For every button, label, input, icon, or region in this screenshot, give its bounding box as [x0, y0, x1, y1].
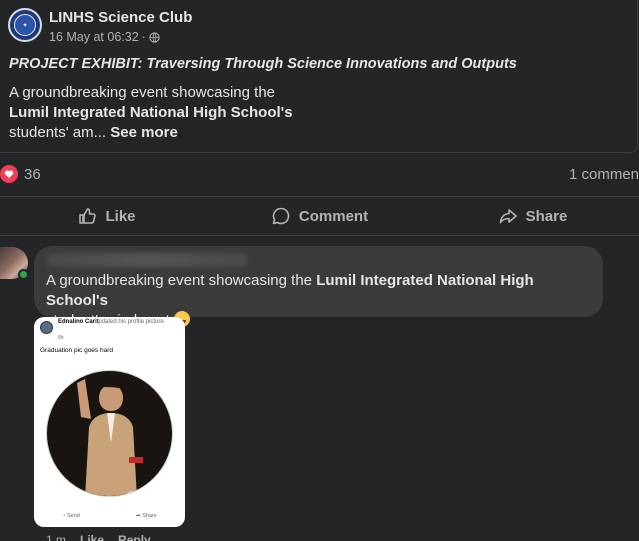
post-title: PROJECT EXHIBIT: Traversing Through Scie…	[9, 56, 517, 72]
share-label: Share	[525, 207, 568, 225]
shared-caption: Graduation pic goes hard	[40, 347, 113, 354]
comment-button[interactable]: Comment	[213, 197, 426, 235]
comment-bubble-icon	[272, 207, 290, 225]
reactions-summary[interactable]: 36	[0, 165, 41, 183]
shared-share: ➦ Share	[136, 513, 157, 519]
comment-reply-button[interactable]: Reply	[118, 533, 151, 541]
post-body-truncated: students' am...	[9, 124, 107, 141]
post-meta: 16 May at 06:32 ·	[49, 30, 160, 44]
comment-attached-image[interactable]: Ednalino Carit updated his profile pictu…	[34, 317, 185, 527]
comments-overlay-thumbnail	[127, 491, 171, 496]
post-card: ✦ LINHS Science Club 16 May at 06:32 · P…	[0, 0, 638, 153]
share-arrow-icon	[499, 209, 517, 224]
action-bar: Like Comment Share	[0, 197, 639, 235]
like-button[interactable]: Like	[0, 197, 213, 235]
share-button[interactable]: Share	[426, 197, 639, 235]
shared-updated-text: updated his profile picture.	[95, 319, 166, 325]
shared-actions: ◔ Send ➦ Share	[34, 513, 185, 519]
comment-label: Comment	[298, 207, 369, 225]
comment-like-button[interactable]: Like	[80, 533, 104, 541]
profile-photo	[46, 370, 173, 497]
comment-time[interactable]: 1 m	[46, 533, 66, 541]
reaction-count: 36	[24, 165, 41, 183]
globe-icon[interactable]	[149, 31, 160, 43]
post-body: A groundbreaking event showcasing the Lu…	[9, 83, 309, 143]
see-more-link[interactable]: See more	[110, 124, 178, 141]
meta-separator: ·	[141, 30, 146, 44]
thumbs-up-icon	[79, 208, 97, 224]
online-status-icon	[18, 269, 29, 280]
comment-bubble: A groundbreaking event showcasing the Lu…	[34, 246, 603, 329]
comment-count[interactable]: 1 comment	[569, 166, 639, 183]
comment-text-before: A groundbreaking event showcasing the	[46, 272, 317, 289]
divider-bottom	[0, 235, 639, 236]
person-photo-icon	[77, 377, 147, 496]
page-name[interactable]: LINHS Science Club	[49, 9, 192, 26]
post-timestamp[interactable]: 16 May at 06:32	[49, 30, 139, 44]
shared-time: 5h	[58, 335, 64, 341]
shared-send: ◔ Send	[62, 513, 80, 519]
club-logo-icon: ✦	[14, 14, 36, 36]
page-avatar[interactable]: ✦	[8, 8, 42, 42]
post-body-line1: A groundbreaking event showcasing the	[9, 84, 276, 101]
shared-author-avatar	[40, 321, 53, 334]
comment-footer: 1 m Like Reply	[46, 533, 151, 541]
post-body-bold: Lumil Integrated National High School's	[9, 104, 293, 121]
heart-reaction-icon	[0, 165, 18, 183]
like-label: Like	[105, 207, 136, 225]
post-body-line3: students' am... See more	[9, 123, 309, 143]
comment-author-blurred[interactable]	[47, 253, 247, 267]
